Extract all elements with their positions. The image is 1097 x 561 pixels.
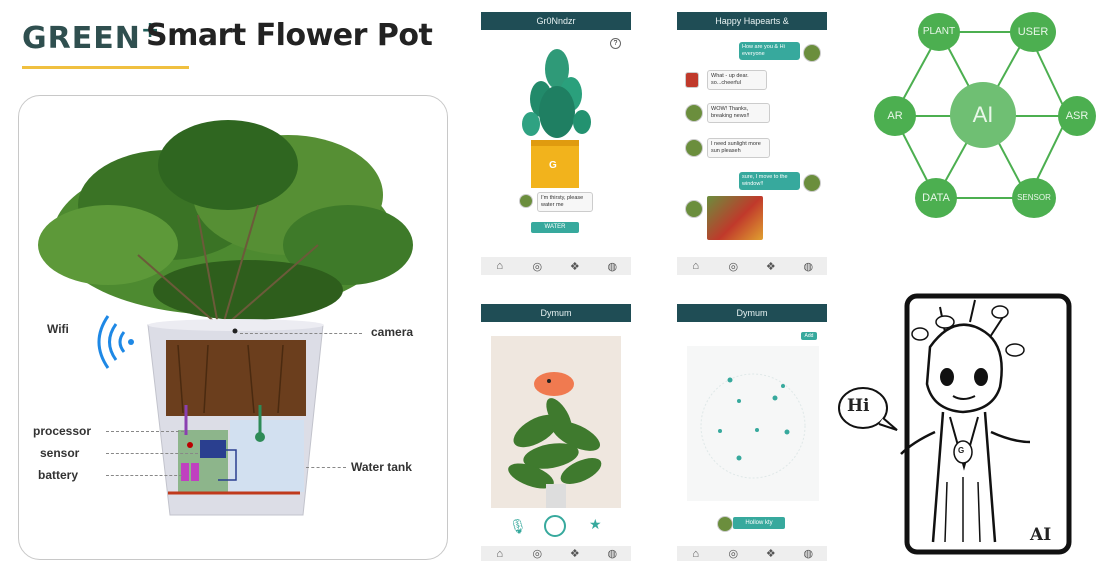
record-ring-icon[interactable] — [544, 515, 566, 537]
screen-header: Dymum — [677, 304, 827, 322]
leader-camera — [240, 333, 362, 334]
leader-sensor — [106, 453, 198, 454]
chat-message-me: How are you & Hi everyone — [739, 42, 800, 60]
leader-battery — [106, 475, 182, 476]
plant-avatar — [519, 194, 533, 208]
screen-growing: Gr0Nndzr ? G I'm thirsty, please water m… — [481, 12, 631, 277]
social-icon[interactable]: ❖ — [763, 547, 779, 560]
social-icon[interactable]: ❖ — [567, 260, 583, 273]
bottom-nav: ⌂ ◎ ❖ ◍ — [481, 546, 631, 561]
chat-photo[interactable] — [707, 196, 763, 240]
social-icon[interactable]: ❖ — [763, 260, 779, 273]
plant-avatar — [685, 200, 703, 218]
node-asr: ASR — [1058, 96, 1096, 136]
settings-icon[interactable]: ◍ — [800, 260, 816, 273]
home-icon[interactable]: ⌂ — [688, 260, 704, 272]
battery-cell — [181, 463, 189, 481]
plant-foliage — [38, 120, 413, 326]
groot-sketch — [838, 293, 1072, 555]
sensor-chip — [200, 440, 226, 458]
social-icon[interactable]: ❖ — [567, 547, 583, 560]
chat-message-plant: I need sunlight more sun pleaseh — [707, 138, 770, 158]
title-underline — [22, 66, 189, 69]
screen-chat: Happy Hapearts & How are you & Hi everyo… — [677, 12, 827, 277]
chat-message-plant: What - up dear. so...cheerful — [707, 70, 767, 90]
cactus-illustration — [522, 49, 591, 188]
brand-logo: GREEN+ — [22, 18, 160, 56]
label-processor: processor — [33, 424, 92, 438]
chat-icon[interactable]: ◎ — [529, 260, 545, 273]
bottom-nav: ⌂ ◎ ❖ ◍ — [677, 257, 827, 275]
screen-header: Gr0Nndzr — [481, 12, 631, 30]
node-ar: AR — [874, 96, 916, 136]
label-battery: battery — [38, 468, 79, 482]
chat-bubble: I'm thirsty, please water me — [537, 192, 593, 212]
home-icon[interactable]: ⌂ — [492, 548, 508, 560]
camera-view — [491, 336, 621, 508]
plant-avatar — [685, 139, 703, 157]
label-wifi: Wifi — [47, 322, 69, 336]
flower-avatar — [685, 72, 699, 88]
label-water-tank: Water tank — [351, 460, 412, 474]
leader-water-tank — [306, 467, 346, 468]
plant-avatar — [685, 104, 703, 122]
bottom-nav: ⌂ ◎ ❖ ◍ — [677, 546, 827, 561]
help-icon[interactable]: ? — [610, 38, 621, 49]
soil-window — [166, 340, 306, 416]
node-ai-center: AI — [950, 82, 1016, 148]
label-camera: camera — [371, 325, 414, 339]
map-view — [687, 346, 819, 501]
screen-ar: Dymum 🎙 ★ ⌂ ◎ ❖ ◍ — [481, 304, 631, 561]
user-avatar — [803, 44, 821, 62]
home-icon[interactable]: ⌂ — [688, 548, 704, 560]
camera-dot — [232, 328, 238, 334]
chat-message-plant: WOW! Thanks, breaking news!! — [707, 103, 770, 123]
node-user: USER — [1010, 12, 1056, 52]
label-sensor: sensor — [40, 446, 80, 460]
water-button[interactable]: WATER — [531, 222, 579, 233]
wifi-icon — [97, 315, 126, 369]
node-data: DATA — [915, 178, 957, 218]
bottom-nav: ⌂ ◎ ❖ ◍ — [481, 257, 631, 275]
chat-icon[interactable]: ◎ — [725, 260, 741, 273]
settings-icon[interactable]: ◍ — [604, 547, 620, 560]
add-tag[interactable]: Add — [801, 332, 817, 340]
settings-icon[interactable]: ◍ — [604, 260, 620, 273]
ar-fish — [534, 372, 574, 396]
home-icon[interactable]: ⌂ — [492, 260, 508, 272]
screen-map: Dymum Add Hollow kty ⌂ ◎ ❖ ◍ — [677, 304, 827, 561]
pot-badge: G — [549, 160, 557, 171]
corner-tag-ai: AI — [1030, 525, 1052, 545]
groot-badge: G — [958, 446, 965, 455]
user-avatar — [803, 174, 821, 192]
leader-processor — [106, 431, 184, 432]
screen-header: Happy Hapearts & — [677, 12, 827, 30]
chat-message-me: sure, I move to the window!! — [739, 172, 800, 190]
star-icon[interactable]: ★ — [589, 516, 602, 533]
location-chip[interactable]: Hollow kty — [733, 517, 785, 529]
speech-text: Hi — [847, 396, 870, 416]
page-title: Smart Flower Pot — [146, 18, 433, 53]
map-graph — [700, 373, 806, 479]
location-avatar — [717, 516, 733, 532]
circuit-board — [178, 430, 228, 492]
node-sensor: SENSOR — [1012, 178, 1056, 218]
brand-text: GREEN — [22, 21, 141, 56]
microphone-icon[interactable]: 🎙 — [509, 518, 527, 535]
water-tank — [230, 420, 304, 492]
chat-icon[interactable]: ◎ — [725, 547, 741, 560]
settings-icon[interactable]: ◍ — [800, 547, 816, 560]
ar-plant-photo — [508, 372, 602, 508]
node-plant: PLANT — [918, 13, 960, 51]
chat-icon[interactable]: ◎ — [529, 547, 545, 560]
screen-header: Dymum — [481, 304, 631, 322]
